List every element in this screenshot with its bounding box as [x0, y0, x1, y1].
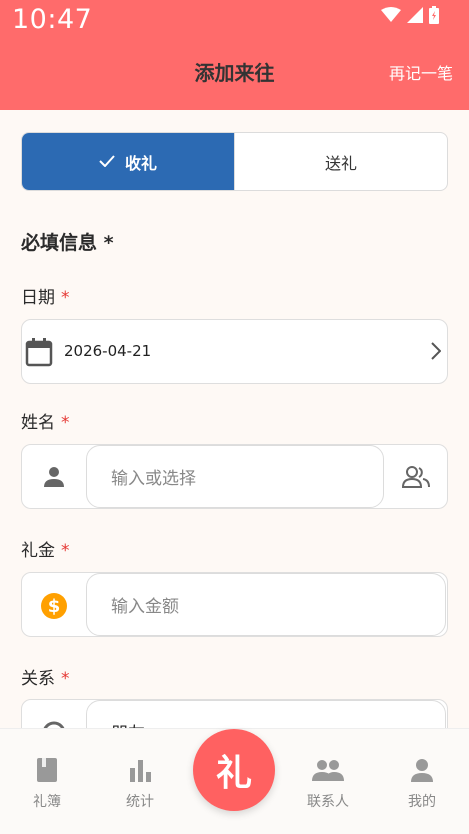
date-value: 2026-04-21 [64, 342, 152, 360]
relation-input[interactable]: 朋友 [86, 700, 446, 728]
send-gift-tab[interactable]: 送礼 [235, 133, 447, 190]
add-gift-fab[interactable]: 礼 [193, 729, 275, 811]
nav-item-gift-book[interactable]: 礼簿 [7, 755, 87, 811]
bottom-nav: 礼簿 统计 礼 联系人 我的 [0, 728, 469, 834]
date-field[interactable]: 2026-04-21 [21, 319, 448, 384]
receive-gift-label: 收礼 [124, 153, 157, 173]
fab-label: 礼 [215, 753, 252, 794]
bar-chart-icon [100, 755, 180, 785]
send-gift-label: 送礼 [324, 153, 357, 173]
contacts-picker-icon[interactable] [401, 465, 431, 489]
required-mark: * [61, 669, 70, 689]
nav-label-contacts: 联系人 [307, 794, 349, 810]
name-field: 输入或选择 [21, 444, 448, 509]
status-time: 10:47 [12, 4, 93, 35]
book-icon [7, 755, 87, 785]
relation-field: 朋友 [21, 699, 448, 728]
amount-field: $ 输入金额 [21, 572, 448, 637]
date-label-row: 日期 * [21, 283, 70, 308]
check-icon [99, 152, 115, 171]
wifi-icon [381, 7, 401, 23]
nav-item-me[interactable]: 我的 [382, 755, 462, 811]
battery-icon [429, 6, 439, 24]
required-mark: * [61, 288, 70, 308]
calendar-icon [24, 337, 54, 367]
amount-input[interactable]: 输入金额 [86, 573, 446, 636]
people-icon [288, 755, 368, 785]
nav-label-gift-book: 礼簿 [33, 794, 61, 810]
type-segmented-control: 收礼 送礼 [21, 132, 448, 191]
signal-icon [407, 7, 423, 23]
person-icon [382, 755, 462, 785]
relation-icon [40, 719, 68, 728]
relation-label-row: 关系 * [21, 664, 70, 689]
name-label: 姓名 [21, 413, 55, 433]
person-icon [42, 465, 66, 489]
dollar-coin-icon: $ [40, 592, 68, 620]
receive-gift-tab[interactable]: 收礼 [22, 133, 235, 190]
nav-item-stats[interactable]: 统计 [100, 755, 180, 811]
chevron-right-icon [431, 342, 441, 360]
required-mark: * [61, 413, 70, 433]
svg-text:$: $ [48, 596, 61, 617]
nav-item-contacts[interactable]: 联系人 [288, 755, 368, 811]
app-header: 10:47 添加来往 再记一笔 [0, 0, 469, 110]
amount-label: 礼金 [21, 541, 55, 561]
relation-label: 关系 [21, 669, 55, 689]
form-content: 收礼 送礼 必填信息 * 日期 * 2026-04-21 姓名 * 输入或选择 礼金… [0, 110, 469, 728]
nav-label-me: 我的 [408, 794, 436, 810]
nav-label-stats: 统计 [126, 794, 154, 810]
section-title: 必填信息 * [21, 232, 114, 254]
name-input[interactable]: 输入或选择 [86, 445, 384, 508]
amount-label-row: 礼金 * [21, 536, 70, 561]
required-mark: * [61, 541, 70, 561]
name-label-row: 姓名 * [21, 408, 70, 433]
date-label: 日期 [21, 288, 55, 308]
record-again-button[interactable]: 再记一笔 [389, 60, 453, 84]
status-icons [381, 6, 439, 24]
